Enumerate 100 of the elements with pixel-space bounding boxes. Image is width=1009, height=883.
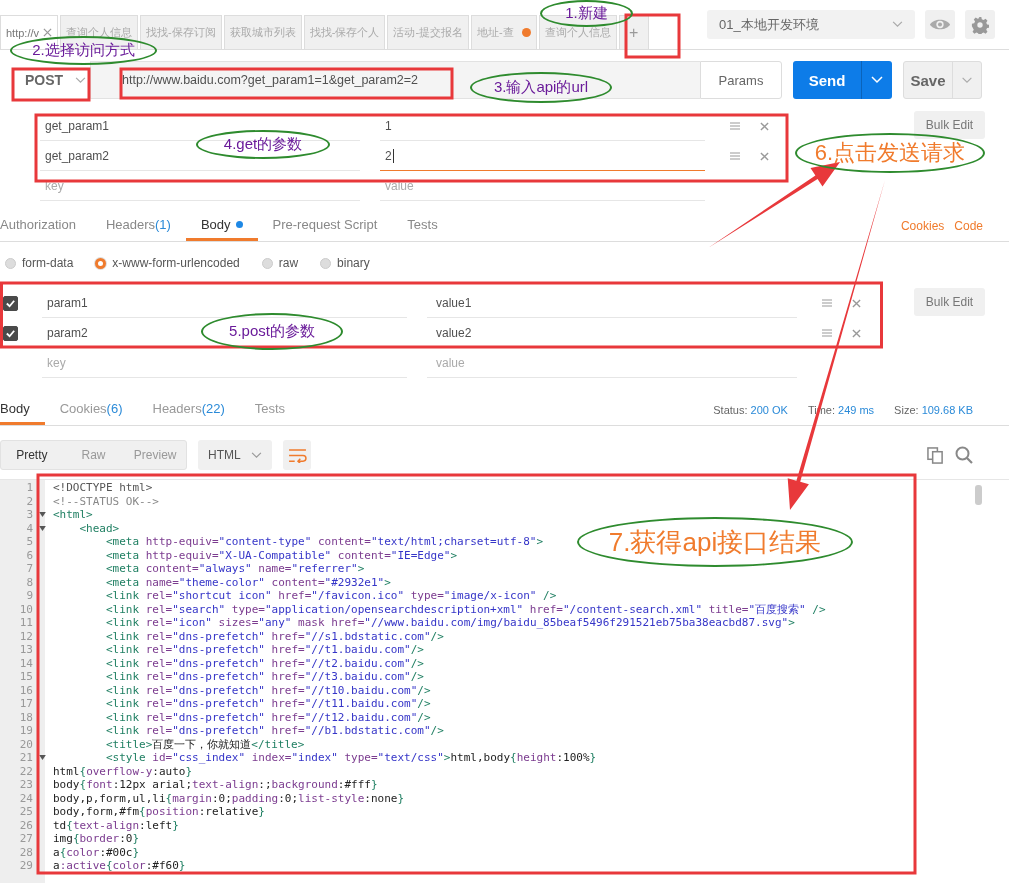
line-number: 26 — [18, 818, 33, 832]
view-mode-button[interactable]: Preview — [124, 441, 186, 469]
fold-arrow-icon[interactable] — [38, 512, 46, 518]
code-line: <meta http-equiv="content-type" content="text/html;charset=utf-8"> — [104, 535, 544, 549]
new-tab-button[interactable]: + — [618, 15, 649, 49]
fold-arrow-icon[interactable] — [38, 525, 46, 531]
bulk-edit-button[interactable]: Bulk Edit — [914, 111, 985, 139]
line-number: 1 — [25, 481, 33, 495]
line-number: 13 — [18, 643, 33, 657]
body-type-radio[interactable]: binary — [320, 256, 370, 270]
request-tab[interactable]: 地址-查 — [471, 15, 537, 49]
link[interactable]: Cookies — [900, 219, 945, 233]
request-section-tab[interactable]: Headers(1) — [90, 211, 186, 241]
body-type-radio[interactable]: raw — [261, 256, 299, 270]
drag-handle-icon[interactable] — [822, 299, 832, 307]
request-section-tab[interactable]: Authorization — [0, 211, 91, 241]
request-section-tab[interactable]: Pre-request Script — [257, 211, 393, 241]
copy-icon[interactable] — [927, 446, 944, 464]
link[interactable]: Code — [954, 219, 983, 233]
code-line: <style id="css_index" index="index" type="text/css">html,body{height:100%} — [104, 751, 597, 765]
line-number: 7 — [25, 562, 33, 576]
search-icon[interactable] — [955, 446, 973, 464]
line-number: 23 — [18, 778, 33, 792]
response-tab[interactable]: Cookies(6) — [44, 395, 138, 425]
line-number: 20 — [18, 737, 33, 751]
format-dropdown[interactable]: HTML — [198, 440, 272, 470]
checkbox[interactable] — [3, 295, 18, 311]
code-line: td{text-align:left} — [52, 818, 179, 832]
response-tab[interactable]: Body — [0, 395, 45, 425]
send-button[interactable]: Send — [793, 61, 892, 99]
code-line: <link rel="dns-prefetch" href="//b1.bdstatic.com"/> — [104, 724, 444, 738]
code-line: <link rel="dns-prefetch" href="//t3.baidu.com"/> — [104, 670, 424, 684]
line-number: 24 — [18, 791, 33, 805]
chevron-icon — [892, 21, 903, 28]
close-icon[interactable] — [760, 151, 769, 161]
line-number: 17 — [18, 697, 33, 711]
chevron-icon — [251, 451, 262, 459]
annotation-label: 7.获得api接口结果 — [577, 517, 853, 567]
code-line: <head> — [78, 521, 120, 535]
params-button[interactable]: Params — [700, 61, 782, 99]
param-value-field[interactable]: value1 — [427, 288, 797, 318]
line-number: 5 — [25, 535, 33, 549]
environment-dropdown[interactable]: 01_本地开发环境 — [707, 10, 915, 39]
eye-button[interactable] — [925, 10, 955, 39]
param-key-field[interactable]: key — [40, 171, 360, 201]
drag-handle-icon[interactable] — [822, 329, 832, 337]
annotation-label: 1.新建 — [540, 0, 633, 27]
line-number: 4 — [25, 521, 33, 535]
code-line: <link rel="shortcut icon" href="/favicon.ico" type="image/x-icon" /> — [104, 589, 557, 603]
line-number: 11 — [18, 616, 33, 630]
line-number: 14 — [18, 656, 33, 670]
code-line: <title>百度一下，你就知道</title> — [104, 736, 305, 752]
request-tab[interactable]: 活动-提交报名 — [387, 15, 470, 49]
close-icon[interactable] — [852, 298, 861, 308]
close-icon[interactable] — [760, 121, 769, 131]
param-value-field[interactable]: value2 — [427, 318, 797, 348]
line-number: 18 — [18, 710, 33, 724]
code-line: <link rel="dns-prefetch" href="//t2.baidu.com"/> — [104, 656, 424, 670]
checkbox[interactable] — [3, 325, 18, 341]
drag-handle-icon[interactable] — [730, 152, 740, 160]
view-mode-button[interactable]: Pretty — [1, 441, 63, 469]
response-tab[interactable]: Headers(22) — [137, 395, 240, 425]
close-icon[interactable] — [43, 28, 53, 37]
code-line: <link rel="dns-prefetch" href="//t12.baidu.com"/> — [104, 710, 431, 724]
param-key-field[interactable]: key — [42, 348, 407, 378]
scrollbar[interactable] — [975, 485, 982, 505]
code-line: <link rel="dns-prefetch" href="//t10.baidu.com"/> — [104, 683, 431, 697]
settings-button[interactable] — [965, 10, 995, 39]
annotation-label: 3.输入api的url — [470, 72, 612, 103]
param-value-field[interactable]: 1 — [380, 111, 705, 141]
response-stat: Status: 200 OK — [713, 404, 788, 416]
param-value-field[interactable]: value — [380, 171, 705, 201]
code-line: <link rel="dns-prefetch" href="//t11.baidu.com"/> — [104, 697, 431, 711]
view-mode-button[interactable]: Raw — [62, 441, 125, 469]
body-type-radio[interactable]: form-data — [5, 256, 74, 270]
annotation-label: 4.get的参数 — [196, 130, 330, 159]
line-number: 21 — [18, 751, 33, 765]
body-type-radio[interactable]: x-www-form-urlencoded — [95, 256, 240, 270]
param-key-field[interactable]: param1 — [42, 288, 407, 318]
request-section-tab[interactable]: Body — [185, 211, 258, 241]
annotation-label: 5.post的参数 — [201, 313, 343, 350]
line-number: 9 — [25, 589, 33, 603]
line-number: 29 — [18, 859, 33, 873]
line-number: 19 — [18, 724, 33, 738]
param-value-field[interactable]: value — [427, 348, 797, 378]
request-tab[interactable]: 获取城市列表 — [223, 15, 302, 49]
code-line: <meta name="theme-color" content="#2932e1"> — [104, 575, 391, 589]
response-stat: Size: 109.68 KB — [894, 404, 973, 416]
param-value-field[interactable]: 2 — [380, 141, 705, 171]
request-section-tab[interactable]: Tests — [392, 211, 453, 241]
wrap-button[interactable] — [283, 440, 311, 470]
response-tab[interactable]: Tests — [239, 395, 301, 425]
bulk-edit-button[interactable]: Bulk Edit — [914, 288, 985, 316]
close-icon[interactable] — [852, 328, 861, 338]
save-button[interactable]: Save — [903, 61, 982, 99]
drag-handle-icon[interactable] — [730, 122, 740, 130]
fold-arrow-icon[interactable] — [38, 755, 46, 761]
code-line: <meta http-equiv="X-UA-Compatible" content="IE=Edge"> — [104, 548, 457, 562]
request-tab[interactable]: 找找-保存个人 — [303, 15, 386, 49]
request-tab[interactable]: 找找-保存订阅 — [140, 15, 222, 49]
